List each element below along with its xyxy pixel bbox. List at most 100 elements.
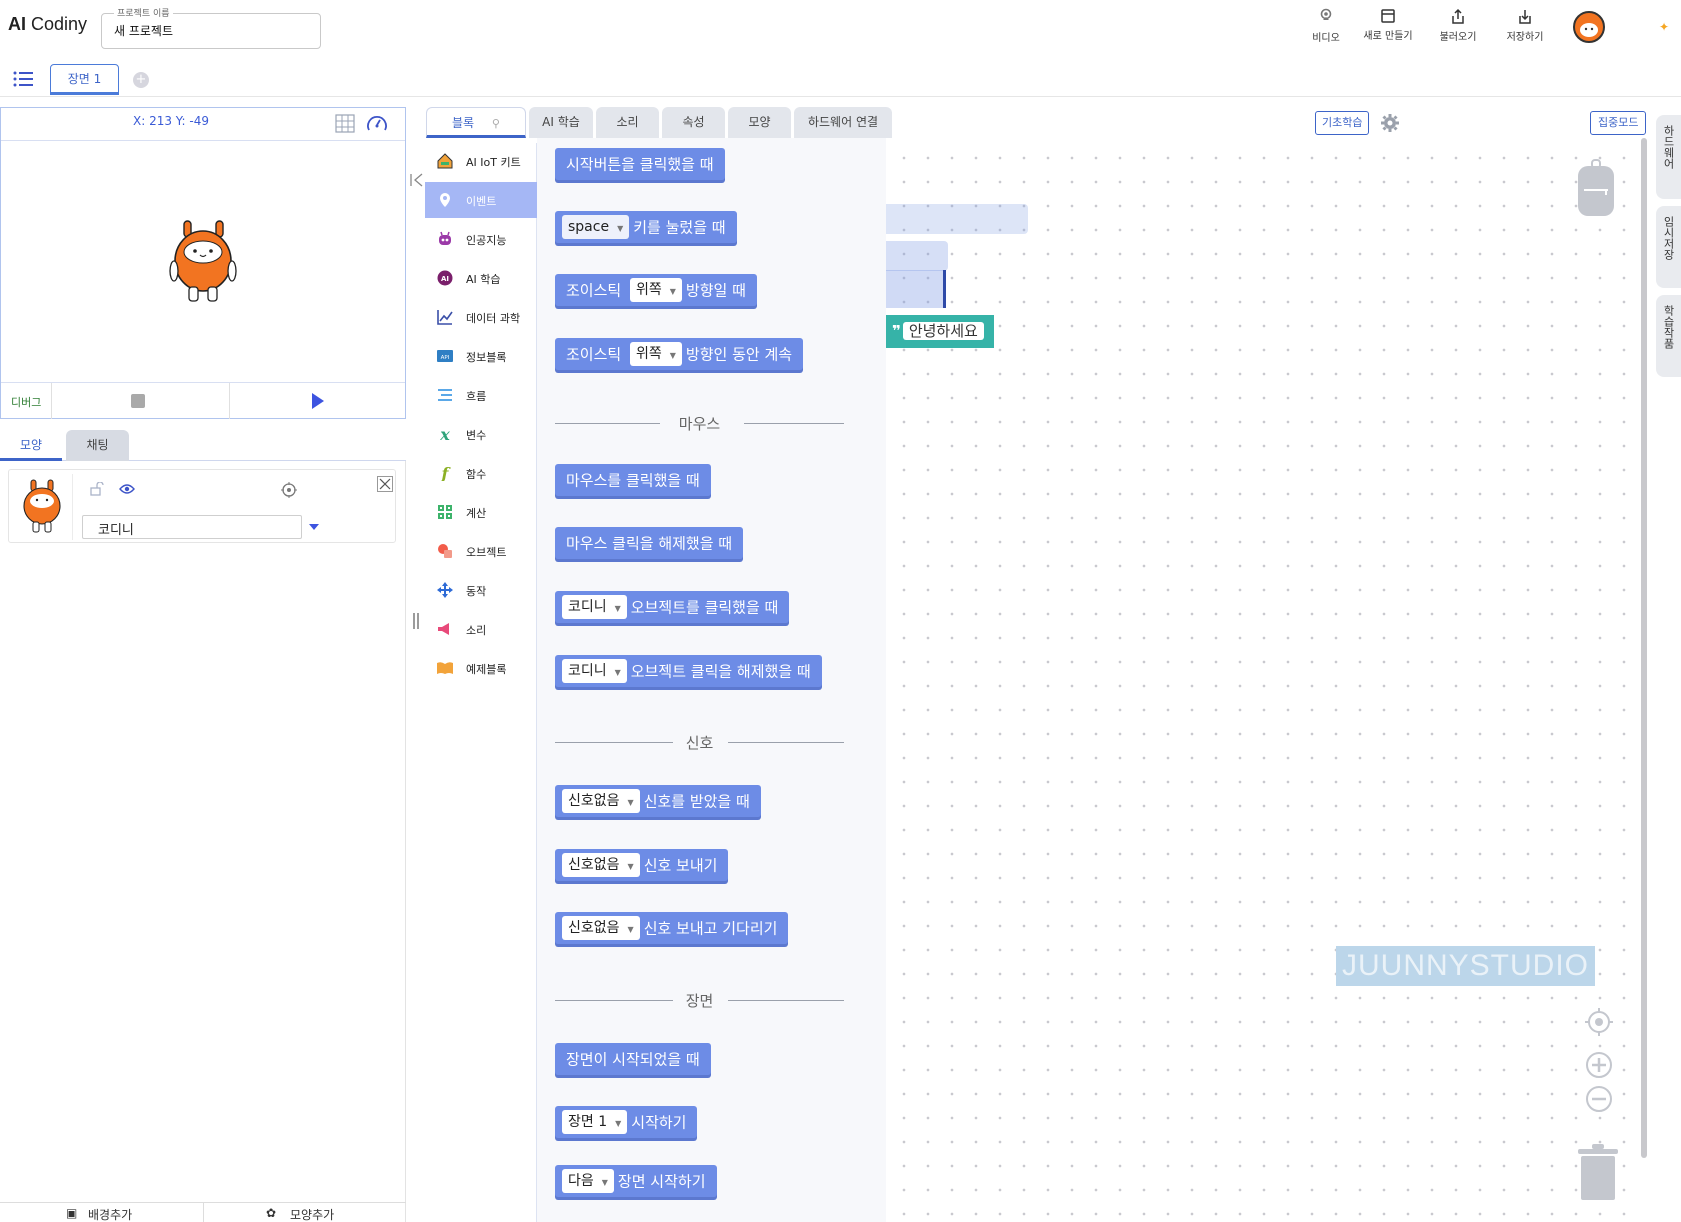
grid-calc-icon bbox=[438, 505, 452, 519]
focus-mode-button[interactable]: 집중모드 bbox=[1590, 111, 1647, 135]
block-key-press[interactable]: space ▼ 키를 눌렀을 때 bbox=[555, 211, 737, 243]
backpack-icon[interactable] bbox=[1574, 158, 1618, 218]
tab-ai-learning[interactable]: AI 학습 bbox=[529, 107, 593, 138]
object-dropdown[interactable]: 코디니 ▼ bbox=[562, 658, 627, 683]
tab-scene-1[interactable]: 장면 1 bbox=[50, 64, 119, 95]
tab-sound[interactable]: 소리 bbox=[596, 107, 659, 138]
block-joystick-while[interactable]: 조이스틱 위쪽 ▼ 방향인 동안 계속 bbox=[555, 338, 804, 370]
category-sound[interactable]: 소리 bbox=[425, 611, 537, 647]
flow-icon bbox=[438, 389, 452, 401]
workspace-scrollbar[interactable] bbox=[1641, 138, 1647, 1158]
gift-icon: ✿ bbox=[266, 1206, 277, 1220]
tab-shape[interactable]: 모양 bbox=[728, 107, 791, 138]
menu-list-icon[interactable] bbox=[13, 71, 33, 87]
direction-dropdown[interactable]: 위쪽 ▼ bbox=[629, 341, 682, 366]
eye-icon[interactable] bbox=[119, 483, 135, 495]
key-dropdown[interactable]: space ▼ bbox=[562, 214, 630, 239]
signal-dropdown[interactable]: 신호없음 ▼ bbox=[562, 915, 640, 940]
tab-shape[interactable]: 모양 bbox=[0, 430, 62, 461]
chevron-down-icon: ▼ bbox=[627, 861, 634, 871]
close-icon[interactable] bbox=[377, 476, 393, 492]
trash-icon[interactable] bbox=[1576, 1144, 1620, 1202]
category-event[interactable]: 이벤트 bbox=[425, 182, 537, 218]
center-object-icon[interactable] bbox=[281, 482, 297, 498]
zoom-in-icon[interactable] bbox=[1585, 1051, 1613, 1079]
section-scene: 장면 bbox=[555, 990, 844, 1010]
tab-chat[interactable]: 채팅 bbox=[66, 430, 129, 461]
object-item[interactable]: 코디니 bbox=[8, 469, 396, 543]
zoom-out-icon[interactable] bbox=[1585, 1085, 1613, 1113]
category-function[interactable]: f 함수 bbox=[425, 455, 537, 491]
debug-button[interactable]: 디버그 bbox=[11, 394, 41, 410]
stage-canvas[interactable] bbox=[1, 140, 405, 382]
category-examples[interactable]: 예제블록 bbox=[425, 650, 537, 686]
add-shape-button[interactable]: 모양추가 bbox=[290, 1206, 334, 1222]
chevron-down-icon: ▼ bbox=[627, 797, 634, 807]
load-button[interactable]: 불러오기 bbox=[1426, 8, 1490, 43]
block-signal-send-wait[interactable]: 신호없음 ▼ 신호 보내고 기다리기 bbox=[555, 912, 789, 944]
add-background-button[interactable]: 배경추가 bbox=[88, 1206, 132, 1222]
category-info-block[interactable]: API 정보블록 bbox=[425, 338, 537, 374]
block-object-click[interactable]: 코디니 ▼ 오브젝트를 클릭했을 때 bbox=[555, 591, 790, 623]
signal-dropdown[interactable]: 신호없음 ▼ bbox=[562, 788, 640, 813]
chevron-down-icon[interactable] bbox=[309, 524, 319, 530]
project-name-field[interactable]: 프로젝트 이름 bbox=[101, 6, 321, 49]
project-name-input[interactable] bbox=[114, 23, 304, 37]
app-logo: AI Codiny bbox=[8, 14, 88, 34]
chevron-down-icon: ▼ bbox=[614, 667, 621, 677]
block-signal-send[interactable]: 신호없음 ▼ 신호 보내기 bbox=[555, 849, 729, 881]
category-ai-iot[interactable]: AI IoT 키트 bbox=[425, 143, 537, 179]
tab-hardware[interactable]: 하드웨어 연결 bbox=[794, 107, 892, 138]
pin-icon[interactable]: ⚲ bbox=[492, 117, 500, 130]
play-icon[interactable] bbox=[312, 393, 324, 409]
block-joystick-direction[interactable]: 조이스틱 위쪽 ▼ 방향일 때 bbox=[555, 274, 757, 306]
gear-icon[interactable] bbox=[1380, 113, 1400, 133]
svg-text:f: f bbox=[441, 465, 452, 481]
category-flow[interactable]: 흐름 bbox=[425, 377, 537, 413]
block-object-release[interactable]: 코디니 ▼ 오브젝트 클릭을 해제했을 때 bbox=[555, 655, 822, 687]
tab-attributes[interactable]: 속성 bbox=[662, 107, 725, 138]
code-workspace[interactable]: ❞ 안녕하세요 ❞ JUUNNYSTUDIO bbox=[886, 138, 1641, 1222]
notification-icon[interactable]: ✦ bbox=[1659, 20, 1669, 34]
block-scene-next[interactable]: 다음 ▼ 장면 시작하기 bbox=[555, 1165, 717, 1197]
direction-dropdown[interactable]: 위쪽 ▼ bbox=[629, 277, 682, 302]
block-scene-go[interactable]: 장면 1 ▼ 시작하기 bbox=[555, 1106, 698, 1138]
user-avatar[interactable] bbox=[1573, 11, 1605, 43]
chevron-down-icon: ▼ bbox=[627, 924, 634, 934]
tab-hardware-side[interactable]: 하드웨어 bbox=[1656, 115, 1681, 199]
category-ai[interactable]: 인공지능 bbox=[425, 221, 537, 257]
stop-icon[interactable] bbox=[131, 394, 145, 408]
signal-dropdown[interactable]: 신호없음 ▼ bbox=[562, 852, 640, 877]
tab-learning-works[interactable]: 학습작품 bbox=[1656, 295, 1681, 377]
category-object[interactable]: 오브젝트 bbox=[425, 533, 537, 569]
section-signal: 신호 bbox=[555, 732, 844, 752]
category-motion[interactable]: 동작 bbox=[425, 572, 537, 608]
tab-blocks[interactable]: 블록 ⚲ bbox=[426, 107, 526, 138]
scene-dropdown[interactable]: 장면 1 ▼ bbox=[562, 1109, 628, 1134]
save-button[interactable]: 저장하기 bbox=[1493, 8, 1557, 43]
object-dropdown[interactable]: 코디니 ▼ bbox=[562, 594, 627, 619]
lock-icon[interactable] bbox=[89, 482, 105, 496]
basic-learning-button[interactable]: 기초학습 bbox=[1315, 111, 1370, 135]
speech-text-block[interactable]: ❞ 안녕하세요 ❞ bbox=[886, 315, 994, 373]
block-scene-start[interactable]: 장면이 시작되었을 때 bbox=[555, 1043, 711, 1075]
scene-dropdown[interactable]: 다음 ▼ bbox=[562, 1168, 614, 1193]
category-ai-learning[interactable]: AI AI 학습 bbox=[425, 260, 537, 296]
panel-splitter[interactable] bbox=[406, 97, 424, 1222]
block-start-click[interactable]: 시작버튼을 클릭했을 때 bbox=[555, 148, 725, 180]
block-mouse-click[interactable]: 마우스를 클릭했을 때 bbox=[555, 464, 711, 496]
video-button[interactable]: 비디오 bbox=[1294, 8, 1358, 44]
tab-temp-save[interactable]: 임시저장 bbox=[1656, 206, 1681, 288]
new-project-button[interactable]: 새로 만들기 bbox=[1356, 8, 1420, 42]
category-calculation[interactable]: 계산 bbox=[425, 494, 537, 530]
block-mouse-release[interactable]: 마우스 클릭을 해제했을 때 bbox=[555, 527, 744, 559]
ai-badge-icon: AI bbox=[437, 270, 453, 286]
category-data-science[interactable]: 데이터 과학 bbox=[425, 299, 537, 335]
function-f-icon: f bbox=[441, 465, 452, 481]
recenter-icon[interactable] bbox=[1585, 1008, 1613, 1036]
object-name-field[interactable]: 코디니 bbox=[82, 515, 302, 539]
block-signal-receive[interactable]: 신호없음 ▼ 신호를 받았을 때 bbox=[555, 785, 761, 817]
add-scene-icon[interactable]: + bbox=[133, 72, 149, 88]
category-variable[interactable]: x 변수 bbox=[425, 416, 537, 452]
object-panel: 코디니 bbox=[0, 461, 406, 1222]
